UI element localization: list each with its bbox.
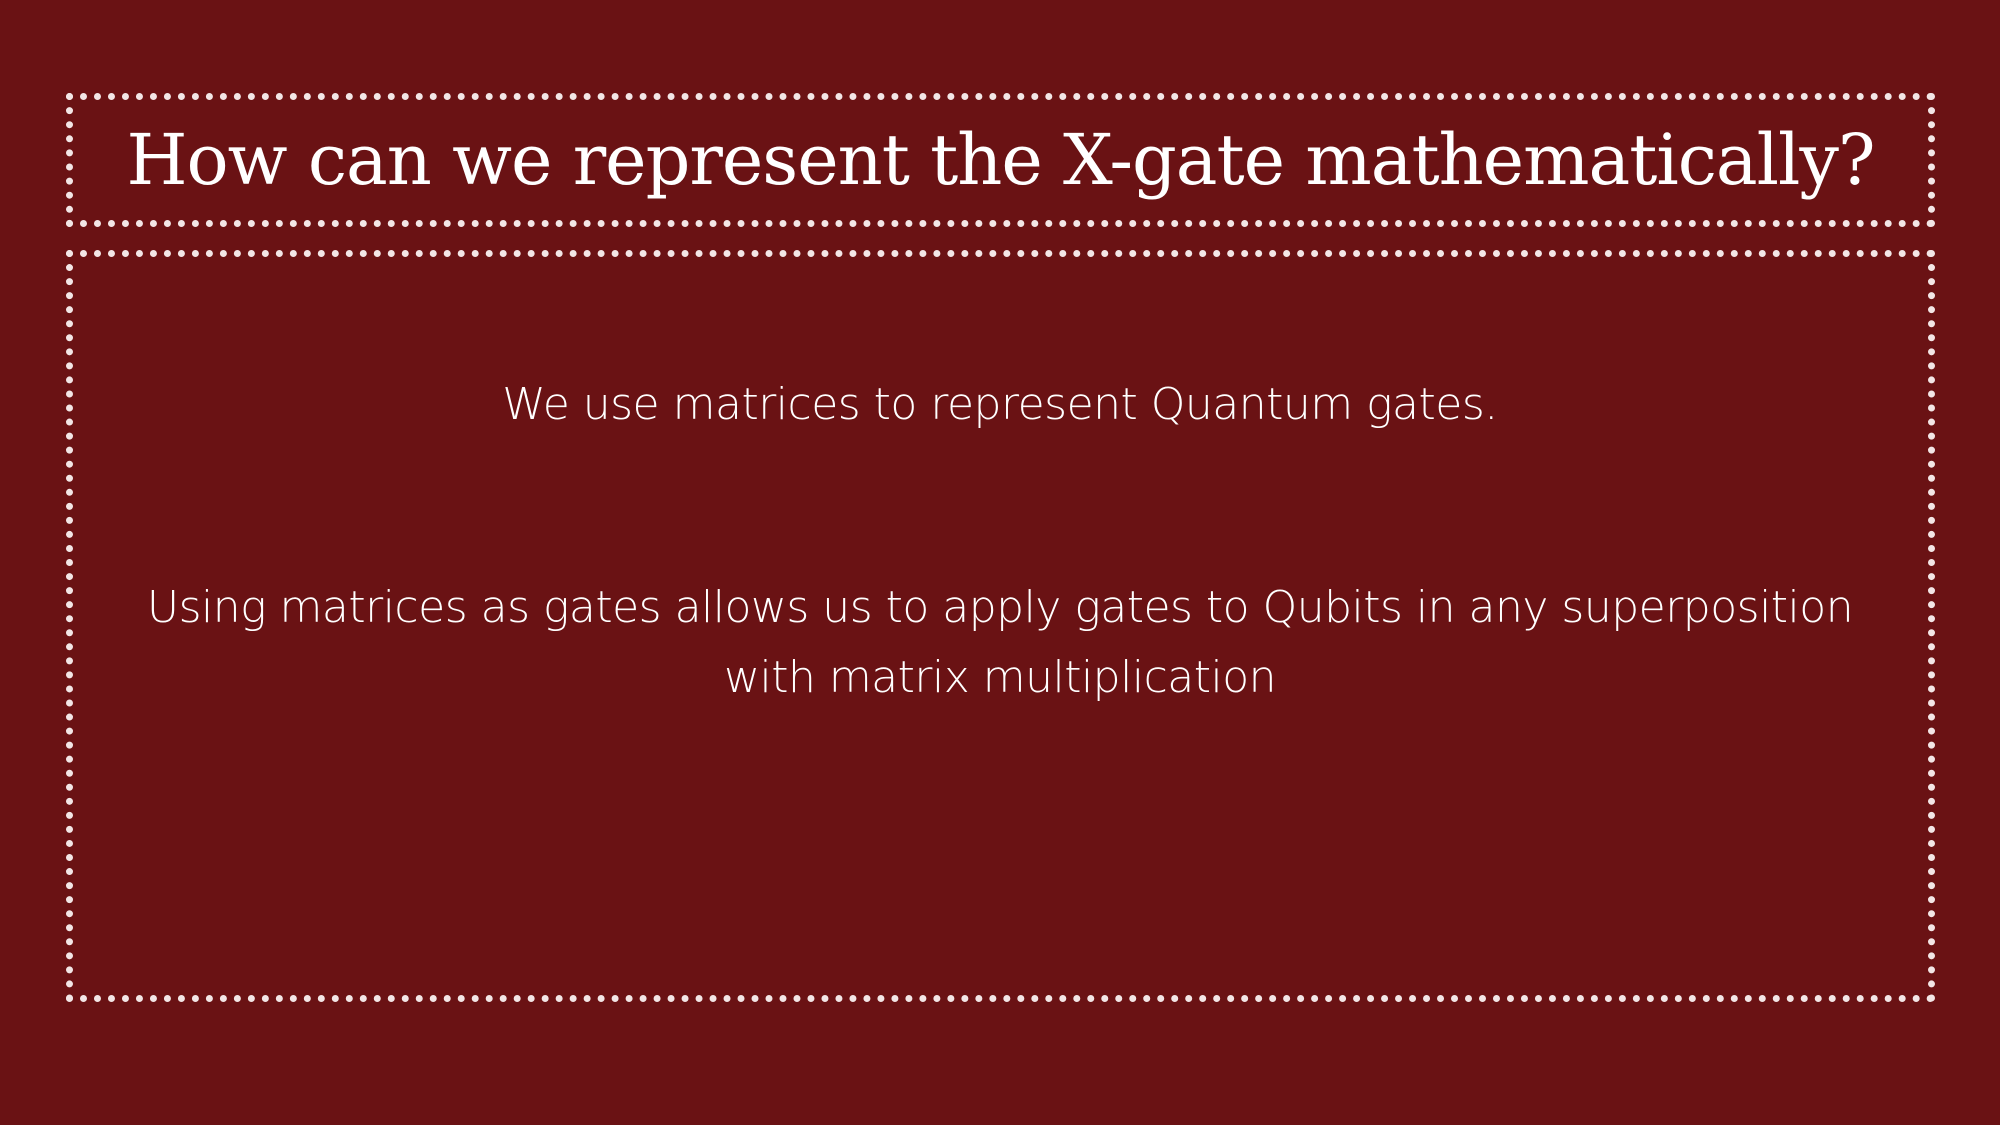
body-paragraph-2: Using matrices as gates allows us to app…	[146, 582, 1854, 703]
slide-title: How can we represent the X-gate mathemat…	[126, 119, 1875, 201]
body-paragraph-1: We use matrices to represent Quantum gat…	[502, 379, 1498, 430]
